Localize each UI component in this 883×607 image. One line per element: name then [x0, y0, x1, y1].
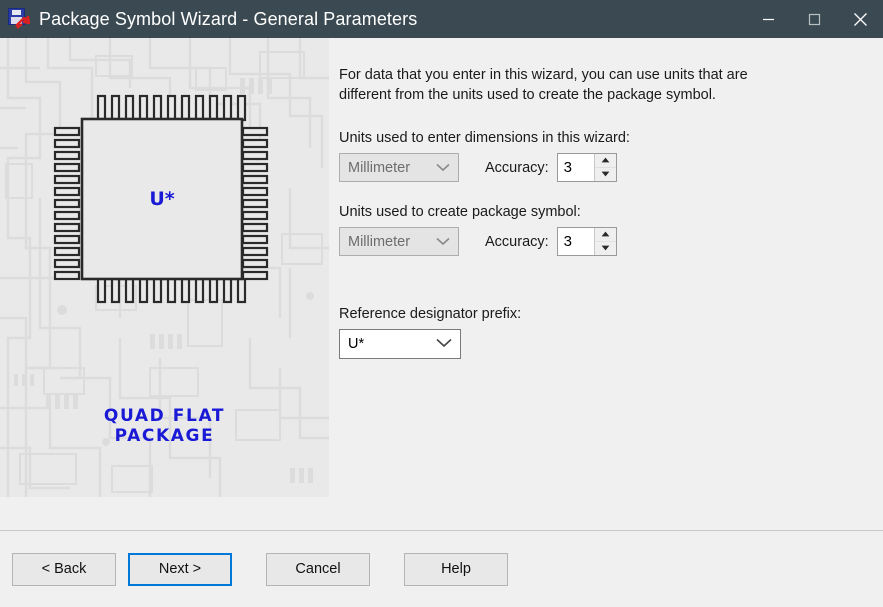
close-icon[interactable] [837, 0, 883, 38]
back-button[interactable]: < Back [12, 552, 116, 586]
title-bar: Package Symbol Wizard - General Paramete… [0, 0, 883, 38]
reference-designator-select[interactable]: U* [339, 329, 461, 359]
caption-line-1: QUAD FLAT [103, 406, 226, 426]
package-symbol-wizard-window: Package Symbol Wizard - General Paramete… [0, 0, 883, 607]
symbol-accuracy-spin-buttons [594, 228, 616, 255]
package-type-caption: QUAD FLAT PACKAGE [0, 406, 329, 446]
maximize-icon[interactable] [791, 0, 837, 38]
spinner-up-icon[interactable] [594, 228, 616, 242]
chevron-down-icon [436, 336, 452, 352]
wizard-accuracy-spin-buttons [594, 154, 616, 181]
dialog-body: U* QUAD FLAT PACKAGE For data that you e… [0, 38, 883, 530]
spinner-up-icon[interactable] [594, 154, 616, 168]
wizard-units-select[interactable]: Millimeter [339, 153, 459, 182]
wizard-units-value: Millimeter [348, 159, 411, 176]
caption-line-2: PACKAGE [114, 426, 215, 447]
symbol-accuracy-stepper[interactable]: 3 [556, 227, 617, 256]
wizard-units-row: Millimeter Accuracy: 3 [339, 153, 883, 182]
chevron-down-icon [436, 234, 450, 250]
minimize-icon[interactable] [745, 0, 791, 38]
intro-text: For data that you enter in this wizard, … [339, 67, 748, 103]
wizard-button-bar: < Back Next > Cancel Help [0, 531, 883, 607]
package-wizard-icon [8, 8, 30, 30]
wizard-accuracy-stepper[interactable]: 3 [556, 153, 617, 182]
chevron-down-icon [436, 160, 450, 176]
symbol-units-value: Millimeter [348, 233, 411, 250]
cancel-button[interactable]: Cancel [266, 552, 370, 586]
package-illustration-panel: U* QUAD FLAT PACKAGE [0, 38, 329, 497]
reference-designator-label: Reference designator prefix: [339, 306, 522, 322]
spinner-down-icon[interactable] [594, 167, 616, 181]
wizard-accuracy-value[interactable]: 3 [557, 154, 595, 181]
red-arrow-glyph [15, 15, 30, 29]
window-title: Package Symbol Wizard - General Paramete… [39, 8, 418, 29]
settings-pane: For data that you enter in this wizard, … [329, 38, 883, 530]
symbol-accuracy-label: Accuracy: [485, 233, 549, 250]
symbol-units-select[interactable]: Millimeter [339, 227, 459, 256]
reference-designator-value: U* [348, 336, 365, 352]
symbol-units-label: Units used to create package symbol: [339, 204, 581, 220]
help-button[interactable]: Help [404, 552, 508, 586]
spinner-down-icon[interactable] [594, 241, 616, 255]
wizard-units-label: Units used to enter dimensions in this w… [339, 130, 630, 146]
next-button[interactable]: Next > [128, 552, 232, 586]
reference-designator-block: Reference designator prefix: U* [339, 306, 883, 359]
symbol-units-row: Millimeter Accuracy: 3 [339, 227, 883, 256]
symbol-accuracy-value[interactable]: 3 [557, 228, 595, 255]
wizard-accuracy-label: Accuracy: [485, 159, 549, 176]
